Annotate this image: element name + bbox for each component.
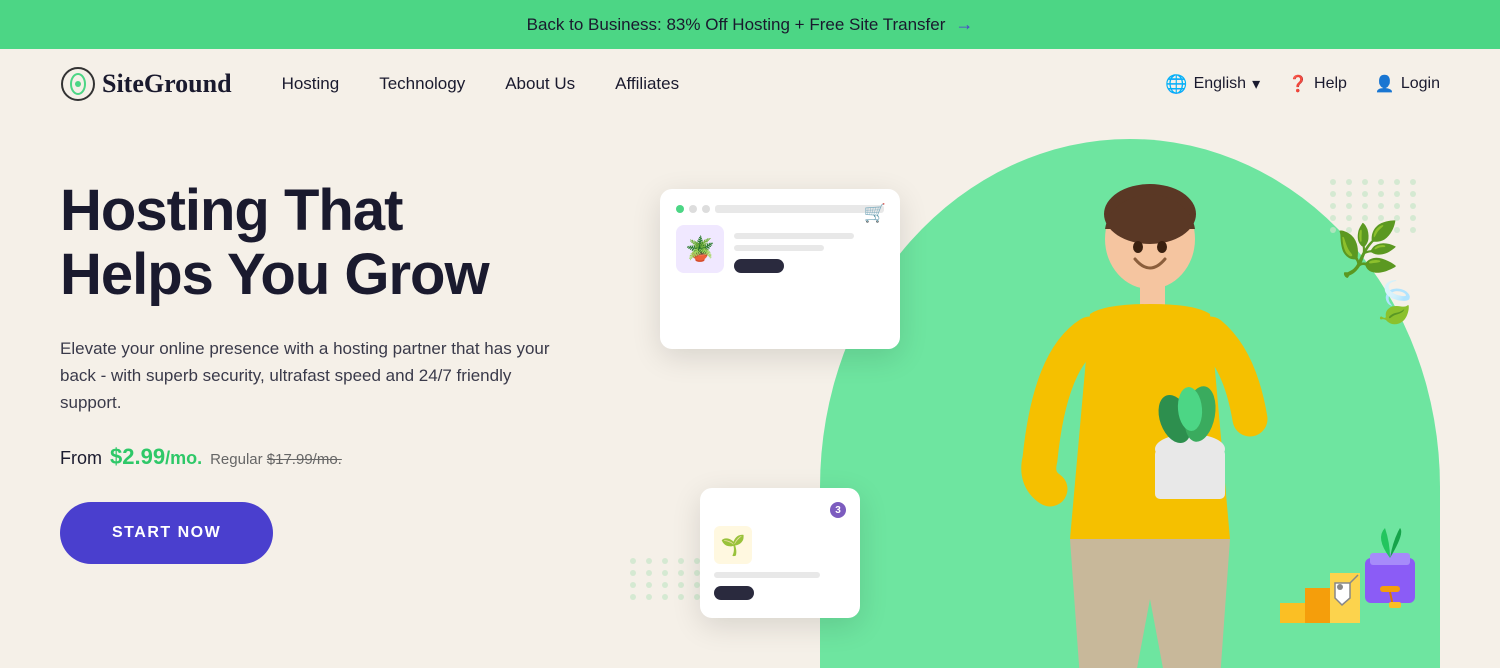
tall-plants-decoration: 🌿 <box>1335 219 1400 280</box>
hero-section: Hosting That Helps You Grow Elevate your… <box>0 119 1500 668</box>
card-line-1 <box>734 233 854 239</box>
card-dots-row <box>676 205 884 213</box>
small-card-header: 3 <box>714 502 846 518</box>
hero-price: From $2.99/mo. Regular $17.99/mo. <box>60 444 620 470</box>
small-product-card: 3 🌱 <box>700 488 860 618</box>
card-pill <box>734 259 784 273</box>
chevron-down-icon: ▾ <box>1252 74 1260 94</box>
user-icon: 👤 <box>1375 74 1395 94</box>
login-button[interactable]: 👤 Login <box>1375 74 1440 94</box>
hero-description: Elevate your online presence with a host… <box>60 335 560 417</box>
plant-illustration-large: 🪴 <box>676 225 724 273</box>
logo-icon <box>60 66 96 102</box>
nav-link-technology[interactable]: Technology <box>379 74 465 94</box>
browser-mockup-card: 🛒 🪴 <box>660 189 900 349</box>
steps-decoration <box>1280 563 1360 628</box>
nav-link-hosting[interactable]: Hosting <box>282 74 340 94</box>
banner-arrow: → <box>955 14 973 35</box>
price-regular: Regular $17.99/mo. <box>210 451 342 468</box>
badge-number: 3 <box>830 502 846 518</box>
help-label: Help <box>1314 75 1347 93</box>
start-now-button[interactable]: START NOW <box>60 502 273 564</box>
banner-text: Back to Business: 83% Off Hosting + Free… <box>527 15 946 35</box>
card-line-2 <box>734 245 824 251</box>
card-dot-3 <box>702 205 710 213</box>
navbar: SiteGround Hosting Technology About Us A… <box>0 49 1500 119</box>
purple-pot-decoration <box>1355 528 1425 613</box>
card-content-row: 🪴 <box>676 225 884 273</box>
translate-icon: 🌐 <box>1165 74 1187 95</box>
logo[interactable]: SiteGround <box>60 66 232 102</box>
nav-link-affiliates[interactable]: Affiliates <box>615 74 679 94</box>
help-icon: ❓ <box>1288 74 1308 94</box>
leaf-decoration: 🍃 <box>1370 279 1420 326</box>
plant-illustration-small: 🌱 <box>714 526 752 564</box>
language-label: English <box>1194 75 1246 93</box>
nav-links: Hosting Technology About Us Affiliates <box>282 74 1166 94</box>
small-card-pill <box>714 586 754 600</box>
login-label: Login <box>1401 75 1440 93</box>
card-dot-1 <box>676 205 684 213</box>
cart-icon: 🛒 <box>864 203 886 224</box>
hero-left: Hosting That Helps You Grow Elevate your… <box>60 159 620 668</box>
card-text-lines <box>734 233 884 273</box>
price-value: $2.99/mo. <box>110 444 202 470</box>
hero-right: 🛒 🪴 3 🌱 <box>620 159 1440 668</box>
price-from-label: From <box>60 448 102 469</box>
hero-title: Hosting That Helps You Grow <box>60 179 620 307</box>
dots-pattern-bottom-left <box>630 558 700 628</box>
small-card-line-1 <box>714 572 820 578</box>
card-dot-2 <box>689 205 697 213</box>
logo-text: SiteGround <box>102 69 232 99</box>
nav-link-about-us[interactable]: About Us <box>505 74 575 94</box>
help-button[interactable]: ❓ Help <box>1288 74 1347 94</box>
language-selector[interactable]: 🌐 English ▾ <box>1165 74 1260 95</box>
person-svg <box>950 159 1310 668</box>
nav-right: 🌐 English ▾ ❓ Help 👤 Login <box>1165 74 1440 95</box>
url-bar <box>715 205 884 213</box>
hero-person-image <box>950 159 1310 668</box>
top-banner[interactable]: Back to Business: 83% Off Hosting + Free… <box>0 0 1500 49</box>
